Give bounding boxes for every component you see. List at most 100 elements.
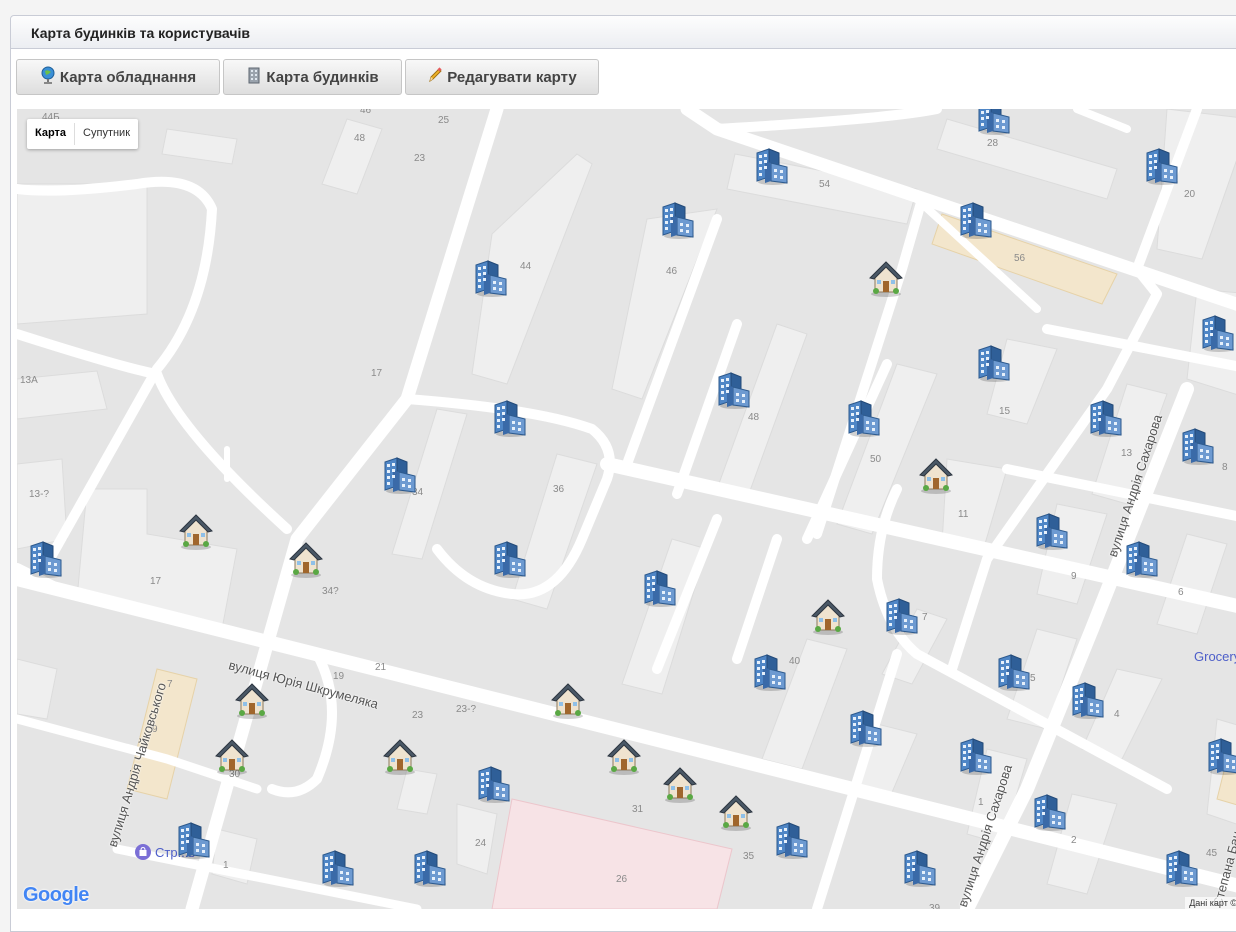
apartment-building-marker[interactable] — [773, 821, 811, 859]
house-number: 34? — [322, 586, 339, 597]
private-house-marker[interactable] — [549, 681, 587, 719]
house-icon — [917, 458, 955, 498]
apartment-building-marker[interactable] — [1163, 849, 1201, 887]
map-attribution[interactable]: Дані карт ©20 — [1185, 897, 1236, 909]
house-icon — [233, 683, 271, 723]
apartment-building-marker[interactable] — [491, 399, 529, 437]
house-number: 44 — [520, 261, 532, 272]
apartment-building-marker[interactable] — [1143, 147, 1181, 185]
apartment-building-icon — [901, 850, 939, 891]
apartment-building-marker[interactable] — [641, 569, 679, 607]
house-icon — [549, 683, 587, 723]
map-type-map-button[interactable]: Карта — [27, 119, 74, 149]
apartment-building-icon — [751, 654, 789, 695]
apartment-building-marker[interactable] — [381, 456, 419, 494]
apartment-building-icon — [957, 202, 995, 243]
apartment-building-marker[interactable] — [753, 147, 791, 185]
apartment-building-marker[interactable] — [491, 540, 529, 578]
private-house-marker[interactable] — [809, 597, 847, 635]
house-icon — [867, 261, 905, 301]
apartment-building-marker[interactable] — [659, 201, 697, 239]
apartment-building-marker[interactable] — [1033, 512, 1071, 550]
private-house-marker[interactable] — [661, 765, 699, 803]
apartment-building-marker[interactable] — [975, 109, 1013, 135]
house-number: 56 — [1014, 253, 1026, 264]
house-number: 21 — [375, 662, 387, 673]
house-number: 25 — [438, 115, 450, 126]
equipment-map-button[interactable]: Карта обладнання — [16, 59, 220, 95]
apartment-building-marker[interactable] — [1031, 793, 1069, 831]
apartment-building-marker[interactable] — [845, 399, 883, 437]
buildings-map[interactable]: 44Б 46 25 48 23 28 54 20 44 46 56 13А 17… — [17, 109, 1236, 909]
apartment-building-icon — [1069, 682, 1107, 723]
private-house-marker[interactable] — [233, 681, 271, 719]
house-number: 31 — [632, 804, 644, 815]
house-number: 45 — [1206, 848, 1218, 859]
house-number: 23 — [414, 153, 426, 164]
apartment-building-marker[interactable] — [411, 849, 449, 887]
house-number: 23-? — [456, 704, 477, 715]
map-type-control: Карта Супутник — [27, 119, 139, 149]
house-number: 13А — [20, 375, 38, 386]
buildings-map-button[interactable]: Карта будинків — [223, 59, 402, 95]
apartment-building-icon — [1163, 850, 1201, 891]
panel-title: Карта будинків та користувачів — [11, 16, 1236, 49]
apartment-building-marker[interactable] — [847, 709, 885, 747]
edit-map-button[interactable]: Редагувати карту — [405, 59, 599, 95]
house-number: 19 — [333, 671, 345, 682]
private-house-marker[interactable] — [213, 737, 251, 775]
apartment-building-marker[interactable] — [975, 344, 1013, 382]
google-logo-text: Google — [23, 884, 89, 906]
private-house-marker[interactable] — [605, 737, 643, 775]
apartment-building-icon — [641, 570, 679, 611]
private-house-marker[interactable] — [287, 540, 325, 578]
apartment-building-marker[interactable] — [883, 597, 921, 635]
apartment-building-marker[interactable] — [472, 259, 510, 297]
apartment-building-marker[interactable] — [1069, 681, 1107, 719]
apartment-building-marker[interactable] — [475, 765, 513, 803]
map-type-satellite-button[interactable]: Супутник — [75, 119, 138, 149]
buildings-map-label: Карта будинків — [266, 68, 379, 86]
apartment-building-marker[interactable] — [1087, 399, 1125, 437]
apartment-building-icon — [1033, 513, 1071, 554]
house-number: 11 — [958, 509, 969, 520]
apartment-building-marker[interactable] — [715, 371, 753, 409]
house-number: 8 — [1222, 462, 1228, 473]
apartment-building-icon — [659, 202, 697, 243]
private-house-marker[interactable] — [381, 737, 419, 775]
apartment-building-marker[interactable] — [957, 737, 995, 775]
apartment-building-icon — [1123, 541, 1161, 582]
apartment-building-marker[interactable] — [751, 653, 789, 691]
poi-grocery[interactable]: Grocery — [1194, 649, 1236, 664]
private-house-marker[interactable] — [717, 793, 755, 831]
house-number: 20 — [1184, 189, 1196, 200]
house-icon — [661, 767, 699, 807]
buildings-users-panel: Карта будинків та користувачів Карта обл… — [10, 15, 1236, 932]
apartment-building-marker[interactable] — [1199, 314, 1236, 352]
private-house-marker[interactable] — [177, 512, 215, 550]
apartment-building-marker[interactable] — [27, 540, 65, 578]
apartment-building-marker[interactable] — [1123, 540, 1161, 578]
apartment-building-icon — [411, 850, 449, 891]
apartment-building-marker[interactable] — [1179, 427, 1217, 465]
house-number: 9 — [1071, 571, 1077, 582]
private-house-marker[interactable] — [917, 456, 955, 494]
house-number: 1 — [978, 797, 984, 808]
apartment-building-icon — [1199, 315, 1236, 356]
apartment-building-marker[interactable] — [319, 849, 357, 887]
apartment-building-marker[interactable] — [995, 653, 1033, 691]
house-icon — [287, 542, 325, 582]
apartment-building-icon — [957, 738, 995, 779]
apartment-building-icon — [995, 654, 1033, 695]
apartment-building-icon — [475, 766, 513, 807]
apartment-building-marker[interactable] — [901, 849, 939, 887]
private-house-marker[interactable] — [867, 259, 905, 297]
apartment-building-marker[interactable] — [1205, 737, 1236, 775]
apartment-building-marker[interactable] — [957, 201, 995, 239]
house-number: 39 — [929, 903, 941, 909]
apartment-building-icon — [845, 400, 883, 441]
apartment-building-icon — [1179, 428, 1217, 469]
apartment-building-icon — [381, 457, 419, 498]
globe-pin-icon — [40, 66, 56, 84]
apartment-building-marker[interactable] — [175, 821, 213, 859]
